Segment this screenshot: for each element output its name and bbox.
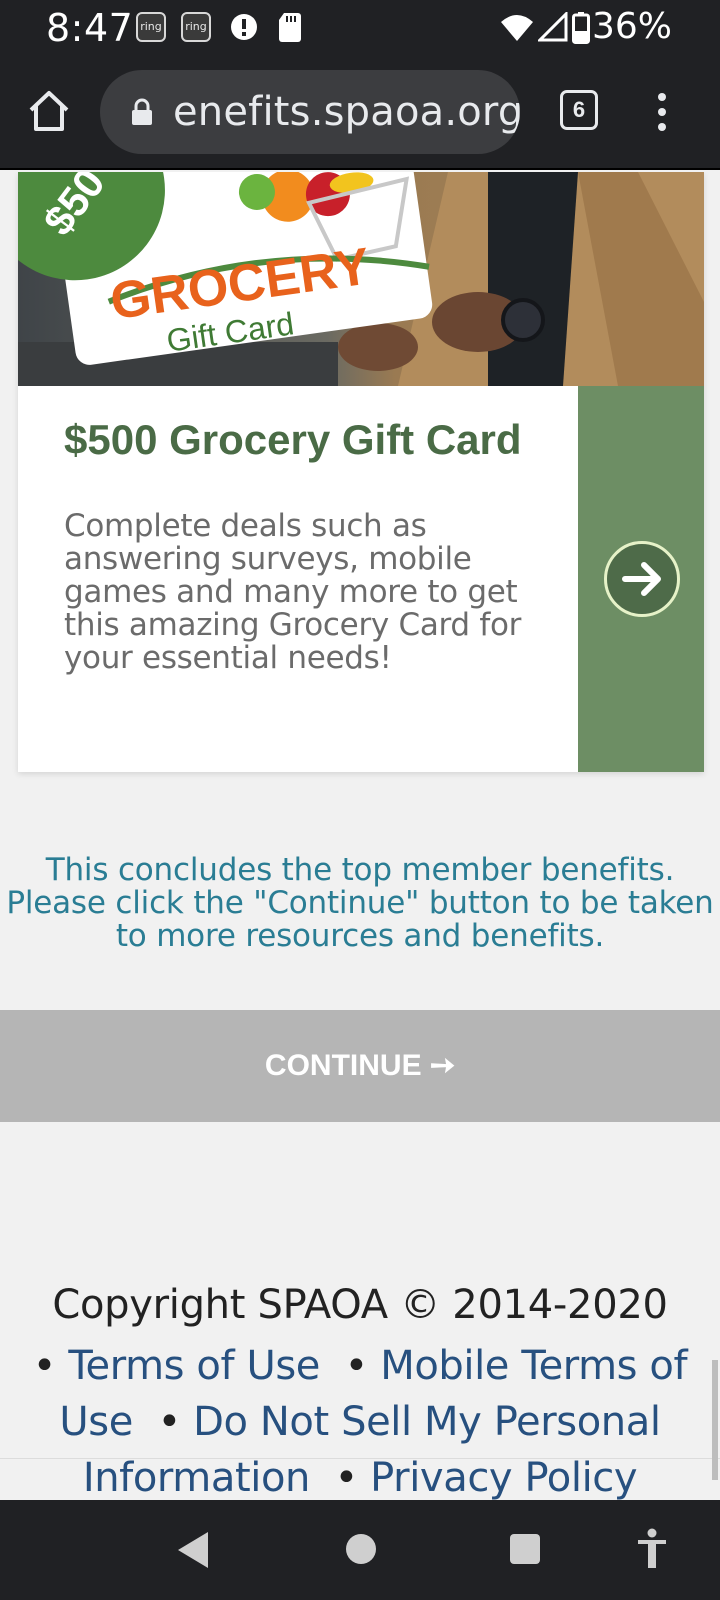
clock: 8:47 — [46, 6, 134, 50]
status-bar: 8:47 ring ring 36% — [0, 0, 720, 56]
bullet-separator: • — [344, 1343, 369, 1389]
bullet-separator: • — [32, 1343, 57, 1389]
overflow-menu-icon[interactable] — [654, 92, 670, 132]
home-nav-icon[interactable] — [346, 1534, 376, 1564]
arrow-right-icon — [622, 562, 661, 596]
copyright-text: Copyright SPAOA © 2014-2020 — [52, 1282, 668, 1328]
browser-toolbar: enefits.spaoa.org 6 — [0, 56, 720, 170]
home-icon[interactable] — [26, 88, 72, 134]
alert-notification-icon — [231, 14, 257, 40]
card-body: $500 Grocery Gift Card Complete deals su… — [18, 386, 578, 772]
footer: Copyright SPAOA © 2014-2020 • Terms of U… — [0, 1282, 720, 1500]
conclusion-message: This concludes the top member benefits. … — [6, 852, 714, 954]
back-icon[interactable] — [176, 1530, 210, 1570]
page-content: $50 GROCERY Gift Card $500 Grocery Gift … — [0, 172, 720, 1500]
recents-icon[interactable] — [510, 1534, 540, 1564]
phone-screen: 8:47 ring ring 36% enefits.spaoa.org 6 $… — [0, 0, 720, 1600]
battery-percentage: 36% — [592, 6, 673, 47]
card-arrow-button[interactable] — [604, 541, 680, 617]
terms-of-use-link[interactable]: Terms of Use — [68, 1343, 320, 1389]
sd-card-icon — [279, 13, 301, 42]
accessibility-icon[interactable] — [636, 1528, 668, 1570]
continue-button[interactable]: CONTINUE ➙ — [0, 1010, 720, 1122]
address-bar[interactable]: enefits.spaoa.org — [100, 70, 520, 154]
bullet-separator: • — [157, 1399, 182, 1445]
card-title: $500 Grocery Gift Card — [64, 416, 522, 463]
ring-notification-icon: ring — [181, 12, 211, 42]
tab-switcher-button[interactable]: 6 — [560, 90, 598, 130]
bullet-separator: • — [334, 1455, 359, 1500]
grocery-card-image: $50 GROCERY Gift Card — [18, 172, 704, 386]
ring-notification-icon: ring — [136, 12, 166, 42]
benefit-card[interactable]: $50 GROCERY Gift Card $500 Grocery Gift … — [18, 172, 704, 772]
footer-links: • Terms of Use • Mobile Terms of Use • D… — [0, 1338, 720, 1500]
lock-icon — [132, 98, 152, 125]
cell-signal-icon — [538, 12, 568, 42]
privacy-policy-link[interactable]: Privacy Policy — [370, 1455, 637, 1500]
divider — [0, 1458, 720, 1459]
grocery-photo: $50 GROCERY Gift Card — [18, 172, 704, 386]
url-text: enefits.spaoa.org — [173, 89, 520, 135]
card-description: Complete deals such as answering surveys… — [64, 508, 522, 676]
wifi-icon — [501, 15, 533, 41]
navigation-bar — [0, 1500, 720, 1600]
card-action-panel[interactable] — [578, 386, 704, 772]
scrollbar[interactable] — [712, 1360, 718, 1480]
battery-icon — [572, 12, 590, 44]
